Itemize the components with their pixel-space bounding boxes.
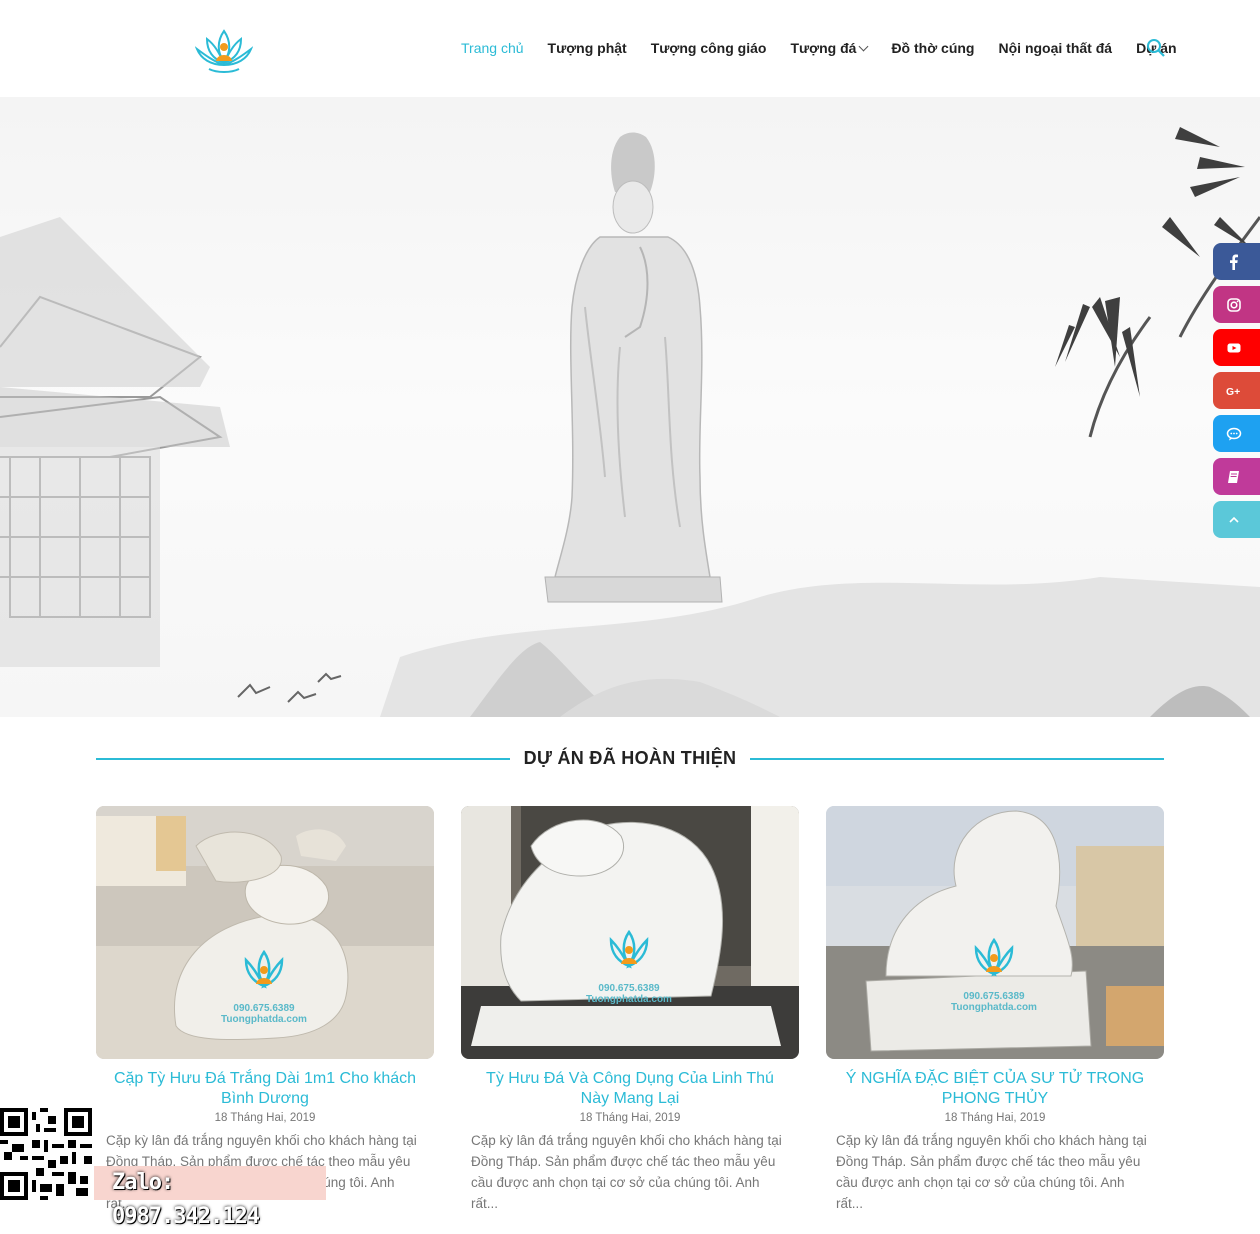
lotus-buddha-logo[interactable] xyxy=(194,25,254,75)
nav-item-worship-items[interactable]: Đồ thờ cúng xyxy=(891,40,974,56)
hero-illustration xyxy=(0,127,1260,717)
social-sidebar: G+ xyxy=(1213,243,1260,544)
nav-item-home[interactable]: Trang chủ xyxy=(461,40,524,56)
watermark-phone: 090.675.6389 xyxy=(963,991,1025,1002)
lotus-watermark-icon xyxy=(244,949,284,989)
post-title[interactable]: Cặp Tỳ Hưu Đá Trắng Dài 1m1 Cho khách Bì… xyxy=(96,1069,434,1109)
chevron-down-icon xyxy=(858,41,869,52)
post-thumbnail[interactable]: 090.675.6389 Tuongphatda.com xyxy=(461,806,799,1059)
post-excerpt: Cặp kỳ lân đá trắng nguyên khối cho khác… xyxy=(471,1133,782,1211)
lotus-watermark-icon xyxy=(974,937,1014,977)
watermark-phone: 090.675.6389 xyxy=(233,1003,295,1014)
post-thumbnail[interactable]: 090.675.6389 Tuongphatda.com xyxy=(826,806,1164,1059)
post-card: 090.675.6389 Tuongphatda.com Ý NGHĨA ĐẶC… xyxy=(826,806,1164,1214)
post-card: 090.675.6389 Tuongphatda.com Cặp Tỳ Hưu … xyxy=(96,806,434,1214)
lotus-watermark-icon xyxy=(609,929,649,969)
watermark: 090.675.6389 Tuongphatda.com xyxy=(569,928,689,1005)
main-nav: Trang chủ Tượng phật Tượng công giáo Tượ… xyxy=(461,40,1201,56)
watermark: 090.675.6389 Tuongphatda.com xyxy=(204,948,324,1025)
watermark-site: Tuongphatda.com xyxy=(221,1014,307,1025)
post-title[interactable]: Ý NGHĨA ĐẶC BIỆT CỦA SƯ TỬ TRONG PHONG T… xyxy=(826,1069,1164,1109)
zalo-contact[interactable]: Zalo: 0987.342.124 xyxy=(94,1166,326,1229)
youtube-icon[interactable] xyxy=(1213,329,1260,366)
section-title: DỰ ÁN ĐÃ HOÀN THIỆN xyxy=(96,748,1164,769)
google-plus-icon[interactable]: G+ xyxy=(1213,372,1260,409)
nav-item-catholic-statues[interactable]: Tượng công giáo xyxy=(651,40,767,56)
nav-item-buddha-statues[interactable]: Tượng phật xyxy=(548,40,627,56)
post-title[interactable]: Tỳ Hưu Đá Và Công Dụng Của Linh Thú Này … xyxy=(461,1069,799,1109)
qr-code-icon[interactable] xyxy=(0,1108,92,1200)
svg-text:G+: G+ xyxy=(1226,387,1240,398)
post-card: 090.675.6389 Tuongphatda.com Tỳ Hưu Đá V… xyxy=(461,806,799,1214)
watermark-site: Tuongphatda.com xyxy=(951,1002,1037,1013)
post-date: 18 Tháng Hai, 2019 xyxy=(944,1112,1046,1124)
book-icon[interactable] xyxy=(1213,458,1260,495)
search-icon[interactable] xyxy=(1146,38,1166,58)
post-excerpt: Cặp kỳ lân đá trắng nguyên khối cho khác… xyxy=(836,1133,1147,1211)
chat-icon[interactable] xyxy=(1213,415,1260,452)
watermark-site: Tuongphatda.com xyxy=(586,994,672,1005)
watermark: 090.675.6389 Tuongphatda.com xyxy=(934,936,1054,1013)
section-header: DỰ ÁN ĐÃ HOÀN THIỆN xyxy=(96,745,1164,775)
post-date: 18 Tháng Hai, 2019 xyxy=(214,1112,316,1124)
facebook-icon[interactable] xyxy=(1213,243,1260,280)
nav-item-stone-furniture[interactable]: Nội ngoại thất đá xyxy=(999,40,1113,56)
post-thumbnail[interactable]: 090.675.6389 Tuongphatda.com xyxy=(96,806,434,1059)
instagram-icon[interactable] xyxy=(1213,286,1260,323)
scroll-top-icon[interactable] xyxy=(1213,501,1260,538)
watermark-phone: 090.675.6389 xyxy=(598,983,660,994)
nav-item-stone-statues[interactable]: Tượng đá xyxy=(790,40,869,56)
hero-banner xyxy=(0,97,1260,717)
site-header: Trang chủ Tượng phật Tượng công giáo Tượ… xyxy=(0,0,1260,97)
nav-item-stone-statues-label: Tượng đá xyxy=(790,40,857,56)
post-date: 18 Tháng Hai, 2019 xyxy=(579,1112,681,1124)
